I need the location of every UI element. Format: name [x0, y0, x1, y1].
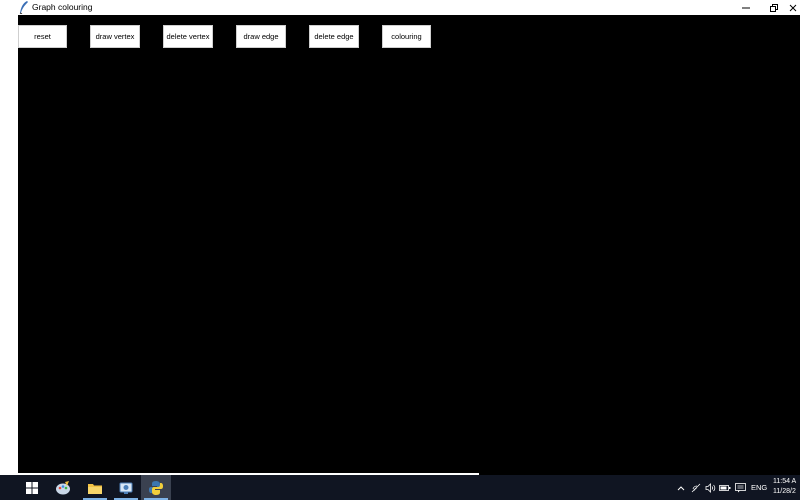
clock-time: 11:54 A [773, 478, 797, 485]
battery-icon[interactable] [719, 481, 731, 495]
draw-edge-button[interactable]: draw edge [236, 25, 286, 48]
chevron-up-icon[interactable] [676, 481, 686, 495]
speaker-icon[interactable] [704, 481, 716, 495]
windows-start-icon[interactable] [19, 475, 45, 500]
delete-vertex-button[interactable]: delete vertex [163, 25, 213, 48]
window-left-margin [0, 15, 18, 475]
network-app-icon[interactable] [111, 475, 141, 500]
feather-icon [19, 1, 29, 15]
minimize-button[interactable] [732, 0, 760, 15]
system-clock[interactable]: 11:54 A 11/28/2 [773, 477, 796, 497]
close-button[interactable] [788, 0, 800, 15]
reset-button[interactable]: reset [18, 25, 67, 48]
restore-button[interactable] [760, 0, 788, 15]
file-explorer-icon[interactable] [80, 475, 110, 500]
paint-app-icon[interactable] [48, 475, 78, 500]
python-icon[interactable] [141, 475, 171, 500]
delete-edge-button[interactable]: delete edge [309, 25, 359, 48]
graph-canvas[interactable] [18, 15, 800, 475]
window-title: Graph colouring [32, 2, 93, 12]
notifications-icon[interactable] [734, 481, 746, 495]
title-bar[interactable]: Graph colouring [0, 0, 800, 15]
wifi-icon[interactable] [690, 481, 702, 495]
colouring-button[interactable]: colouring [382, 25, 431, 48]
clock-date: 11/28/2 [773, 488, 796, 495]
language-indicator[interactable]: ENG [751, 481, 767, 495]
draw-vertex-button[interactable]: draw vertex [90, 25, 140, 48]
